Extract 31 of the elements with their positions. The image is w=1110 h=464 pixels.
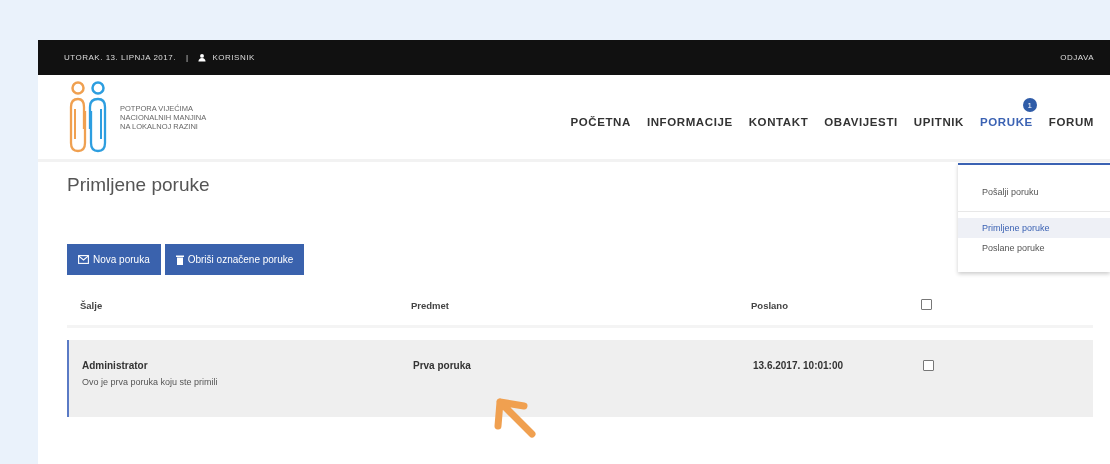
nav-link[interactable]: FORUM: [1048, 116, 1094, 128]
separator-text: |: [185, 53, 189, 62]
nav-link[interactable]: POČETNA: [570, 116, 631, 128]
date-text: UTORAK. 13. LIPNJA 2017.: [64, 53, 176, 62]
envelope-icon: [78, 255, 89, 264]
action-button[interactable]: Nova poruka: [67, 244, 161, 275]
user-icon: [198, 53, 207, 62]
column-header: Predmet: [411, 299, 450, 311]
preview-text: Ovo je prva poruka koju ste primili: [82, 377, 219, 387]
checkbox[interactable]: [921, 298, 932, 310]
date-text: 13.6.2017. 10:01:00: [753, 360, 844, 371]
checkbox[interactable]: [923, 360, 934, 371]
trash-icon: [175, 254, 184, 265]
page-title: Primljene poruke: [67, 174, 210, 196]
user-link[interactable]: KORISNIK: [212, 53, 255, 62]
subject-link[interactable]: Prva poruka: [413, 360, 471, 371]
column-header: Šalje: [79, 299, 104, 311]
nav-link[interactable]: OBAVIJESTI: [824, 116, 898, 128]
nav-link[interactable]: KONTAKT: [748, 116, 809, 128]
menu-item[interactable]: Primljene poruke: [958, 218, 1110, 238]
menu-item[interactable]: Poslane poruke: [958, 238, 1110, 258]
count-badge: 1: [1022, 98, 1037, 112]
nav-link[interactable]: INFORMACIJE: [646, 116, 733, 128]
column-header: Poslano: [751, 299, 789, 311]
action-button[interactable]: Obriši označene poruke: [164, 244, 305, 275]
nav-link[interactable]: PORUKE: [980, 116, 1033, 128]
menu-item[interactable]: Pošalji poruku: [958, 179, 1110, 212]
sender-text: Administrator: [82, 360, 149, 371]
message-row[interactable]: Administrator Ovo je prva poruka koju ste primili Prva poruka 13.6.2017. 10:01:00: [67, 340, 1093, 417]
nav-link[interactable]: UPITNIK: [913, 116, 964, 128]
logout-link[interactable]: ODJAVA: [1060, 53, 1094, 62]
